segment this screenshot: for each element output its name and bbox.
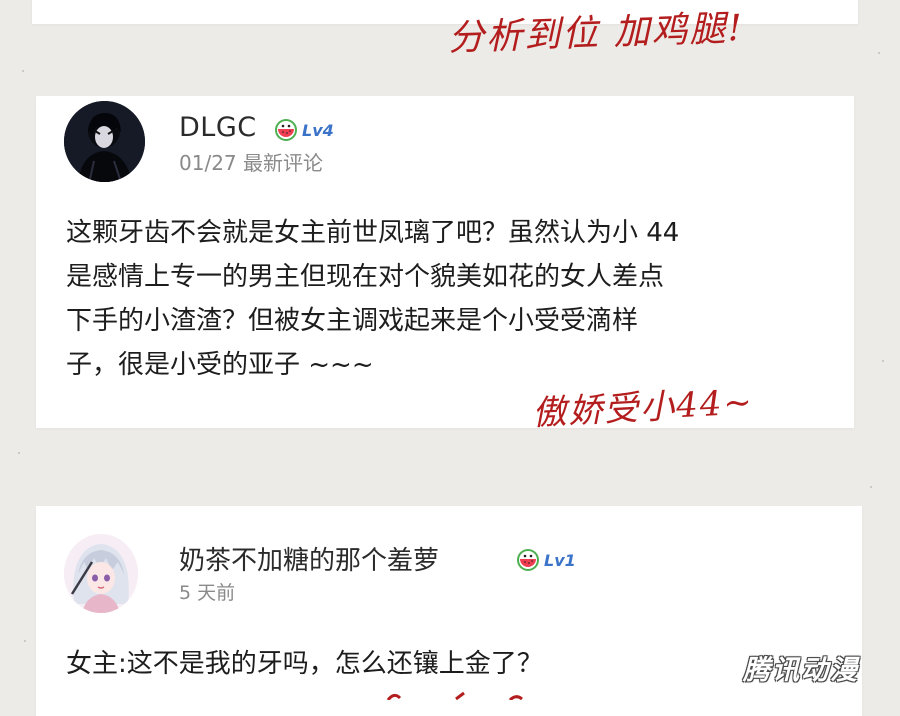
paper-speck — [18, 452, 20, 454]
comment-body: 女主:这不是我的牙吗，怎么还镶上金了？ — [66, 649, 543, 679]
comment-body-line: 下手的小渣渣？但被女主调戏起来是个小受受滴样 — [66, 306, 639, 336]
comment-meta: 5 天前 — [179, 582, 236, 604]
comment-body-line: 这颗牙齿不会就是女主前世凤璃了吧？虽然认为小 44 — [66, 218, 680, 248]
watermelon-level-icon — [517, 549, 539, 571]
paper-speck — [24, 640, 26, 642]
level-label: Lv4 — [302, 120, 334, 140]
user-level-badge: Lv4 — [274, 118, 334, 142]
comment-body: 这颗牙齿不会就是女主前世凤璃了吧？虽然认为小 44 是感情上专一的男主但现在对个… — [66, 211, 826, 387]
comment-username[interactable]: DLGC — [179, 112, 257, 143]
watermelon-level-icon — [275, 119, 297, 141]
level-label: Lv1 — [544, 550, 576, 570]
paper-speck — [878, 52, 880, 54]
paper-speck — [882, 360, 884, 362]
watermark-logo: 腾讯动漫 — [743, 655, 859, 686]
avatar-anime-girl-icon — [64, 534, 138, 613]
paper-speck — [22, 70, 24, 72]
avatar[interactable] — [64, 534, 138, 613]
comment-meta: 01/27 最新评论 — [179, 151, 323, 175]
comment-username[interactable]: 奶茶不加糖的那个羞萝 — [179, 540, 439, 577]
comment-body-line: 是感情上专一的男主但现在对个貌美如花的女人差点 — [66, 262, 665, 292]
user-level-badge: Lv1 — [516, 548, 576, 572]
handwritten-scribble-fragment — [386, 691, 523, 700]
paper-speck — [870, 486, 872, 488]
avatar-dark-figure-icon — [64, 101, 145, 182]
avatar[interactable] — [64, 101, 145, 182]
handwritten-annotation-top: 分析到位 加鸡腿! — [447, 7, 745, 60]
